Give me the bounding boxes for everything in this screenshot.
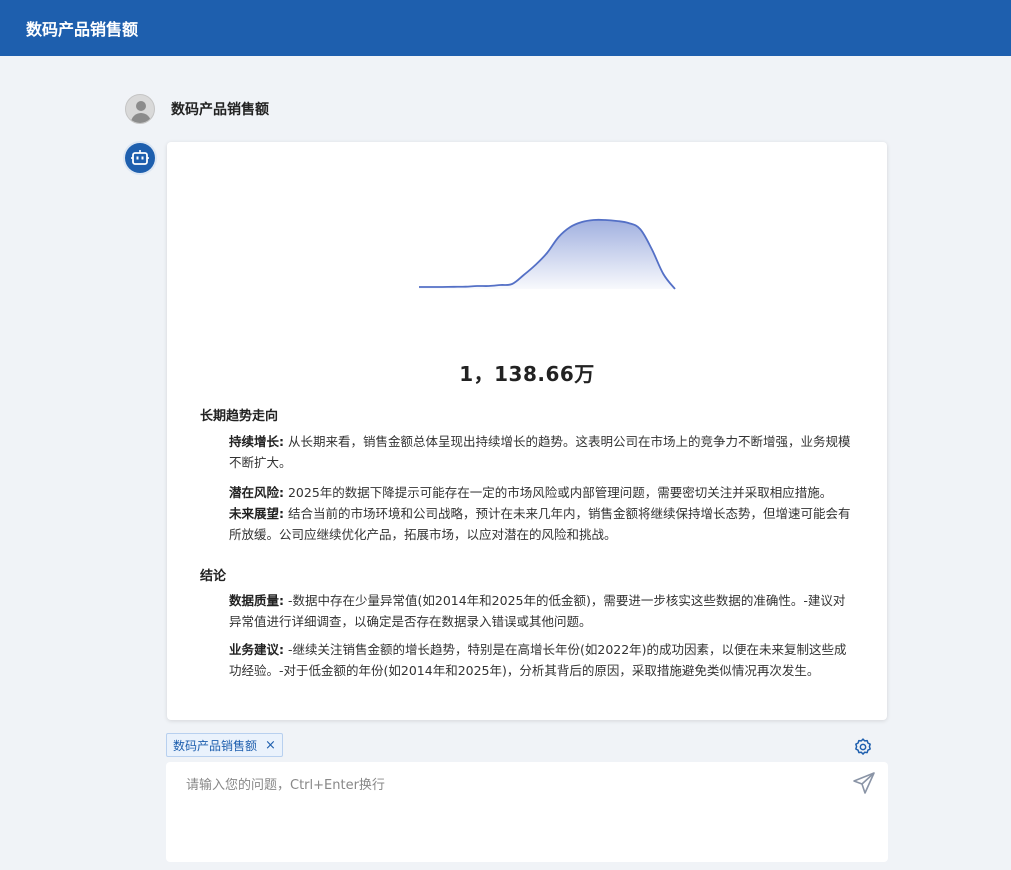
section-title-conclusion: 结论 [200, 569, 227, 584]
conclusion-item-advice: 业务建议: -继续关注销售金额的增长趋势，特别是在高增长年份(如2022年)的成… [229, 639, 857, 681]
trend-item-growth: 持续增长: 从长期来看，销售金额总体呈现出持续增长的趋势。这表明公司在市场上的竞… [229, 431, 857, 473]
item-label: 持续增长: [229, 434, 284, 449]
context-tag-label: 数码产品销售额 [173, 738, 258, 753]
robot-icon [125, 143, 155, 173]
gear-icon[interactable] [852, 736, 874, 758]
conclusion-item-quality: 数据质量: -数据中存在少量异常值(如2014年和2025年的低金额)，需要进一… [229, 590, 857, 632]
item-label: 未来展望: [229, 506, 284, 521]
item-label: 业务建议: [229, 642, 284, 657]
trend-item-outlook: 未来展望: 结合当前的市场环境和公司战略，预计在未来几年内，销售金额将继续保持增… [229, 503, 857, 545]
chart-canvas [418, 218, 676, 290]
item-text: -数据中存在少量异常值(如2014年和2025年的低金额)，需要进一步核实这些数… [229, 593, 846, 629]
item-text: 结合当前的市场环境和公司战略，预计在未来几年内，销售金额将继续保持增长态势，但增… [229, 506, 851, 542]
total-sales-value: 1，138.66万 [459, 362, 595, 386]
user-message: 数码产品销售额 [125, 94, 269, 124]
user-message-text: 数码产品销售额 [171, 102, 269, 118]
item-label: 潜在风险: [229, 485, 284, 500]
app-header: 数码产品销售额 [0, 0, 1011, 56]
send-icon[interactable] [852, 771, 876, 795]
item-text: -继续关注销售金额的增长趋势，特别是在高增长年份(如2022年)的成功因素，以便… [229, 642, 847, 678]
question-input[interactable] [186, 774, 846, 854]
app-title: 数码产品销售额 [26, 20, 139, 39]
context-tag: 数码产品销售额 × [166, 733, 283, 757]
item-text: 2025年的数据下降提示可能存在一定的市场风险或内部管理问题，需要密切关注并采取… [287, 485, 833, 500]
item-label: 数据质量: [229, 593, 284, 608]
response-card: 1，138.66万 长期趋势走向 持续增长: 从长期来看，销售金额总体呈现出持续… [167, 142, 887, 720]
composer [166, 762, 888, 862]
chart-area-fill [419, 219, 675, 289]
trend-item-risk: 潜在风险: 2025年的数据下降提示可能存在一定的市场风险或内部管理问题，需要密… [229, 482, 857, 503]
user-avatar-icon [125, 94, 155, 124]
section-title-trend: 长期趋势走向 [200, 409, 279, 424]
sales-area-chart [417, 212, 687, 292]
item-text: 从长期来看，销售金额总体呈现出持续增长的趋势。这表明公司在市场上的竞争力不断增强… [229, 434, 851, 470]
close-icon[interactable]: × [265, 738, 276, 753]
